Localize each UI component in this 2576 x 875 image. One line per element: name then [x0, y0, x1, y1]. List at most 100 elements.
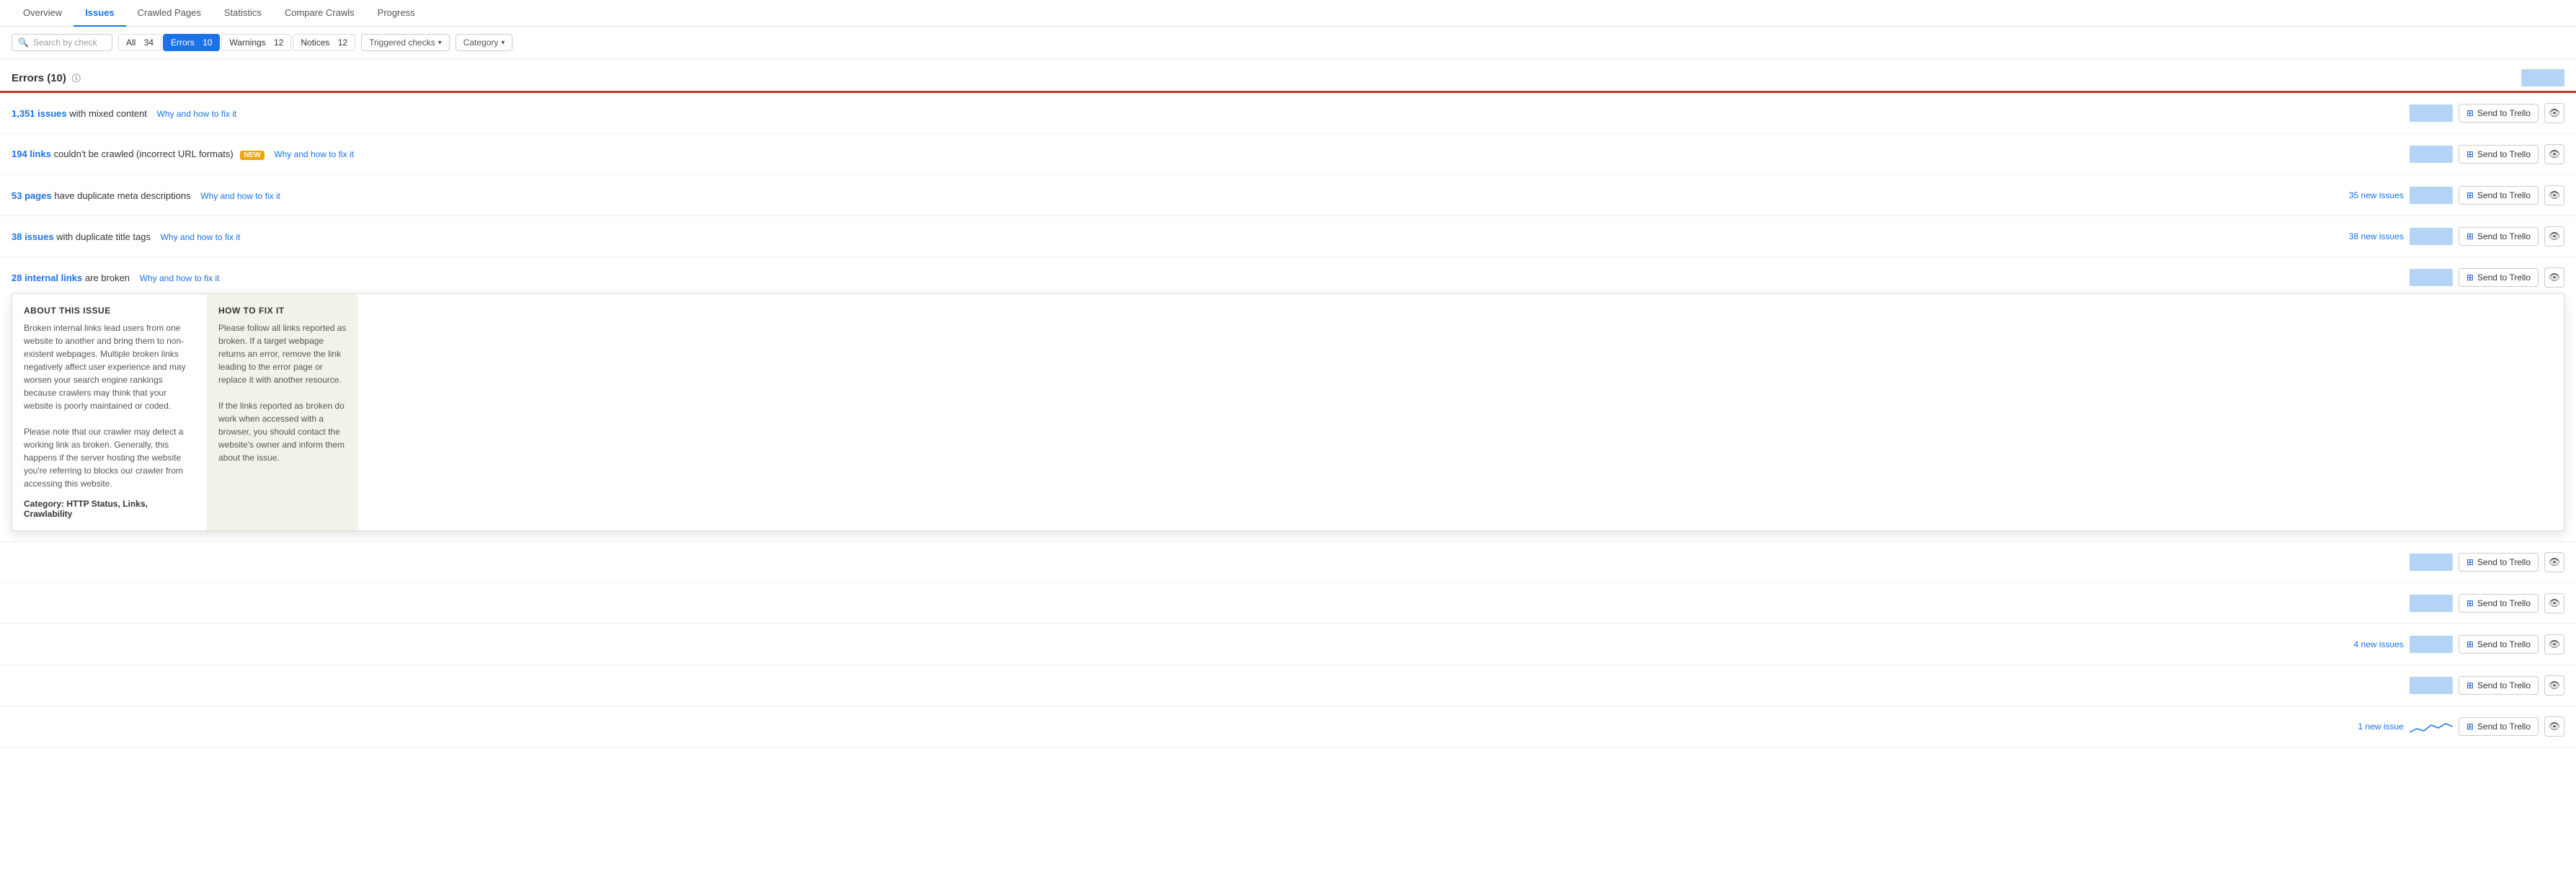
issue-desc: with mixed content [69, 108, 147, 119]
issue-row-broken-links: 28 internal links are broken Why and how… [0, 257, 2576, 542]
send-to-trello-btn[interactable]: ⊞ Send to Trello [2459, 268, 2539, 287]
filter-group: All 34 Errors 10 Warnings 12 Notices 12 [118, 34, 355, 51]
eye-btn[interactable]: 👁 [2544, 144, 2564, 164]
trello-icon: ⊞ [2466, 272, 2474, 283]
issue-content: placeholder [12, 639, 2354, 650]
mini-chart [2410, 677, 2453, 694]
send-to-trello-btn[interactable]: ⊞ Send to Trello [2459, 676, 2539, 695]
category-dropdown[interactable]: Category ▾ [456, 34, 513, 51]
fix-link[interactable]: Why and how to fix it [274, 149, 354, 159]
triggered-checks-dropdown[interactable]: Triggered checks ▾ [361, 34, 450, 51]
chevron-down-icon: ▾ [438, 39, 442, 47]
tab-compare-crawls[interactable]: Compare Crawls [273, 0, 366, 27]
issue-content: 53 pages have duplicate meta description… [12, 190, 2349, 201]
trello-icon: ⊞ [2466, 680, 2474, 690]
section-title: Errors (10) ⓘ [12, 72, 81, 84]
tooltip-how-section: HOW TO FIX IT Please follow all links re… [207, 294, 358, 530]
eye-btn[interactable]: 👁 [2544, 716, 2564, 737]
issue-row-duplicate-meta: 53 pages have duplicate meta description… [0, 175, 2576, 216]
fix-link[interactable]: Why and how to fix it [161, 232, 241, 242]
fix-link[interactable]: Why and how to fix it [157, 109, 237, 119]
notices-filter-btn[interactable]: Notices 12 [293, 34, 355, 51]
issue-count-link[interactable]: 38 issues [12, 231, 54, 242]
eye-btn[interactable]: 👁 [2544, 593, 2564, 613]
trello-icon: ⊞ [2466, 721, 2474, 732]
mini-chart [2410, 146, 2453, 163]
tooltip-about-title: ABOUT THIS ISSUE [24, 306, 195, 316]
new-issues-label: 1 new issue [2358, 721, 2404, 732]
send-to-trello-btn[interactable]: ⊞ Send to Trello [2459, 553, 2539, 572]
eye-btn[interactable]: 👁 [2544, 267, 2564, 288]
issue-count-link[interactable]: 1,351 issues [12, 108, 67, 119]
issue-content: placeholder [12, 721, 2358, 732]
send-to-trello-btn[interactable]: ⊞ Send to Trello [2459, 717, 2539, 736]
issue-row-duplicate-title: 38 issues with duplicate title tags Why … [0, 216, 2576, 257]
fix-link[interactable]: Why and how to fix it [200, 191, 280, 201]
tooltip-how-title: HOW TO FIX IT [218, 306, 347, 316]
errors-filter-btn[interactable]: Errors 10 [163, 34, 220, 51]
send-to-trello-btn[interactable]: ⊞ Send to Trello [2459, 227, 2539, 246]
issue-row-incorrect-url: 194 links couldn't be crawled (incorrect… [0, 134, 2576, 175]
issue-content: 194 links couldn't be crawled (incorrect… [12, 148, 2410, 159]
issue-content: 28 internal links are broken Why and how… [12, 272, 2410, 283]
new-issues-label: 38 new issues [2349, 231, 2404, 241]
fix-link[interactable]: Why and how to fix it [140, 273, 220, 283]
issue-actions: ⊞ Send to Trello 👁 [2410, 144, 2564, 164]
tooltip-category: Category: HTTP Status, Links, Crawlabili… [24, 499, 195, 519]
send-to-trello-btn[interactable]: ⊞ Send to Trello [2459, 145, 2539, 164]
trello-icon: ⊞ [2466, 190, 2474, 200]
eye-btn[interactable]: 👁 [2544, 675, 2564, 696]
issue-row-8: placeholder 4 new issues ⊞ Send to Trell… [0, 624, 2576, 665]
send-to-trello-btn[interactable]: ⊞ Send to Trello [2459, 594, 2539, 613]
section-chart [2521, 69, 2564, 86]
warnings-filter-btn[interactable]: Warnings 12 [221, 34, 291, 51]
issue-desc: with duplicate title tags [56, 231, 151, 242]
trello-icon: ⊞ [2466, 231, 2474, 241]
mini-chart [2410, 595, 2453, 612]
eye-btn[interactable]: 👁 [2544, 634, 2564, 654]
issue-content: 1,351 issues with mixed content Why and … [12, 108, 2410, 119]
issue-content: 38 issues with duplicate title tags Why … [12, 231, 2349, 242]
mini-chart [2410, 269, 2453, 286]
info-icon[interactable]: ⓘ [72, 72, 81, 84]
section-header: Errors (10) ⓘ [0, 59, 2576, 91]
eye-btn[interactable]: 👁 [2544, 226, 2564, 246]
eye-btn[interactable]: 👁 [2544, 552, 2564, 572]
mini-chart [2410, 228, 2453, 245]
new-issues-label: 4 new issues [2354, 639, 2404, 649]
tab-progress[interactable]: Progress [366, 0, 427, 27]
send-to-trello-btn[interactable]: ⊞ Send to Trello [2459, 104, 2539, 123]
send-to-trello-btn[interactable]: ⊞ Send to Trello [2459, 635, 2539, 654]
issue-row-mixed-content: 1,351 issues with mixed content Why and … [0, 93, 2576, 134]
send-to-trello-btn[interactable]: ⊞ Send to Trello [2459, 186, 2539, 205]
eye-btn[interactable]: 👁 [2544, 185, 2564, 205]
issue-actions: 35 new issues ⊞ Send to Trello 👁 [2349, 185, 2564, 205]
tab-issues[interactable]: Issues [74, 0, 125, 27]
issue-count-link[interactable]: 28 internal links [12, 272, 82, 283]
tooltip-about-section: ABOUT THIS ISSUE Broken internal links l… [12, 294, 207, 530]
issue-content: placeholder [12, 557, 2410, 568]
issue-desc: are broken [85, 272, 130, 283]
trello-icon: ⊞ [2466, 108, 2474, 118]
search-box[interactable]: 🔍 Search by check [12, 34, 112, 51]
tab-overview[interactable]: Overview [12, 0, 74, 27]
eye-btn[interactable]: 👁 [2544, 103, 2564, 123]
mini-chart [2410, 105, 2453, 122]
issue-count-link[interactable]: 53 pages [12, 190, 52, 201]
issue-actions: ⊞ Send to Trello 👁 [2410, 267, 2564, 288]
trello-icon: ⊞ [2466, 557, 2474, 567]
trello-icon: ⊞ [2466, 149, 2474, 159]
issue-actions: ⊞ Send to Trello 👁 [2410, 675, 2564, 696]
mini-chart [2410, 554, 2453, 571]
new-badge: NEW [240, 151, 264, 160]
issue-count-link[interactable]: 194 links [12, 148, 51, 159]
issue-actions: ⊞ Send to Trello 👁 [2410, 552, 2564, 572]
issue-actions: 4 new issues ⊞ Send to Trello 👁 [2354, 634, 2564, 654]
tab-statistics[interactable]: Statistics [213, 0, 273, 27]
trello-icon: ⊞ [2466, 639, 2474, 649]
filter-bar: 🔍 Search by check All 34 Errors 10 Warni… [0, 27, 2576, 59]
all-filter-btn[interactable]: All 34 [118, 34, 161, 51]
issue-row-10: placeholder 1 new issue ⊞ Send to Trello… [0, 706, 2576, 747]
search-icon: 🔍 [18, 37, 29, 48]
tab-crawled-pages[interactable]: Crawled Pages [126, 0, 213, 27]
